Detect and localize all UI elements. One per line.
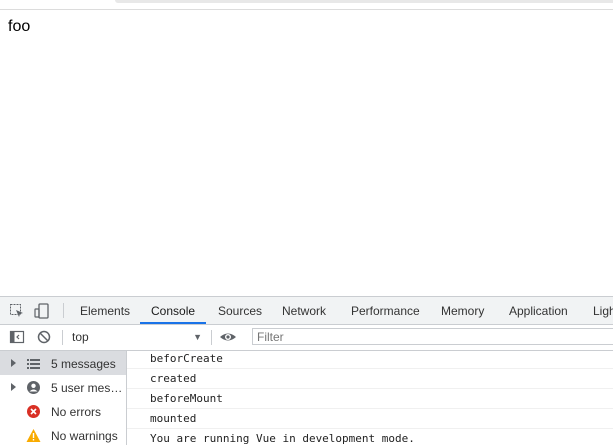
error-icon bbox=[26, 404, 41, 419]
toolbar-separator bbox=[62, 330, 63, 345]
tab-lighthouse[interactable]: Lighthouse bbox=[593, 297, 613, 324]
sidebar-item-warnings[interactable]: No warnings bbox=[0, 423, 126, 445]
eye-icon[interactable] bbox=[219, 329, 236, 345]
filter-input[interactable] bbox=[252, 328, 613, 345]
tab-performance[interactable]: Performance bbox=[351, 297, 420, 324]
tab-application[interactable]: Application bbox=[509, 297, 568, 324]
expand-arrow-icon[interactable] bbox=[11, 383, 16, 391]
device-toolbar-icon[interactable] bbox=[34, 303, 50, 319]
browser-chrome-top bbox=[0, 0, 613, 10]
sidebar-item-label: No errors bbox=[51, 405, 102, 419]
toolbar-separator bbox=[211, 330, 212, 345]
context-selector[interactable]: top ▼ bbox=[66, 329, 206, 346]
console-message-text: beforCreate bbox=[150, 352, 223, 365]
console-message-text: beforeMount bbox=[150, 392, 223, 405]
inspect-element-icon[interactable] bbox=[9, 303, 25, 319]
tab-network[interactable]: Network bbox=[282, 297, 326, 324]
sidebar-item-messages[interactable]: 5 messages bbox=[0, 351, 126, 375]
caret-down-icon: ▼ bbox=[193, 332, 202, 342]
tab-elements[interactable]: Elements bbox=[80, 297, 130, 324]
list-icon bbox=[26, 356, 41, 371]
sidebar-item-label: 5 user messages bbox=[51, 381, 125, 395]
active-tab-indicator bbox=[140, 322, 206, 324]
page-content-text: foo bbox=[8, 18, 31, 35]
console-message-text: mounted bbox=[150, 412, 197, 425]
sidebar-toggle-icon[interactable] bbox=[9, 329, 25, 345]
tab-sources[interactable]: Sources bbox=[218, 297, 262, 324]
page-viewport: foo bbox=[0, 10, 613, 296]
console-message: You are running Vue in development mode. bbox=[127, 429, 613, 445]
devtools-panel: Elements Console Sources Network Perform… bbox=[0, 296, 613, 445]
sidebar-item-label: No warnings bbox=[51, 429, 118, 443]
address-bar-edge bbox=[115, 0, 613, 3]
sidebar-item-user-messages[interactable]: 5 user messages bbox=[0, 375, 126, 399]
sidebar-item-errors[interactable]: No errors bbox=[0, 399, 126, 423]
context-selector-value: top bbox=[72, 330, 89, 344]
console-toolbar: top ▼ bbox=[0, 325, 613, 351]
sidebar-item-label: 5 messages bbox=[51, 357, 116, 371]
tab-memory[interactable]: Memory bbox=[441, 297, 484, 324]
console-messages: beforCreate created beforeMount mounted … bbox=[127, 351, 613, 445]
console-message: created bbox=[127, 369, 613, 389]
console-message-text: created bbox=[150, 372, 197, 385]
console-message: beforCreate bbox=[127, 351, 613, 369]
warning-icon bbox=[26, 428, 41, 443]
devtools-main-toolbar: Elements Console Sources Network Perform… bbox=[0, 297, 613, 325]
console-message: mounted bbox=[127, 409, 613, 429]
clear-console-icon[interactable] bbox=[36, 329, 52, 345]
expand-arrow-icon[interactable] bbox=[11, 359, 16, 367]
console-sidebar: 5 messages 5 user messages bbox=[0, 351, 127, 445]
console-message-text: You are running Vue in development mode. bbox=[150, 432, 415, 445]
browser-window: foo Elements Console Sources Network Per… bbox=[0, 0, 613, 445]
tab-console[interactable]: Console bbox=[151, 297, 195, 324]
toolbar-separator bbox=[63, 303, 64, 318]
console-message: beforeMount bbox=[127, 389, 613, 409]
user-icon bbox=[26, 380, 41, 395]
console-body: 5 messages 5 user messages bbox=[0, 351, 613, 445]
